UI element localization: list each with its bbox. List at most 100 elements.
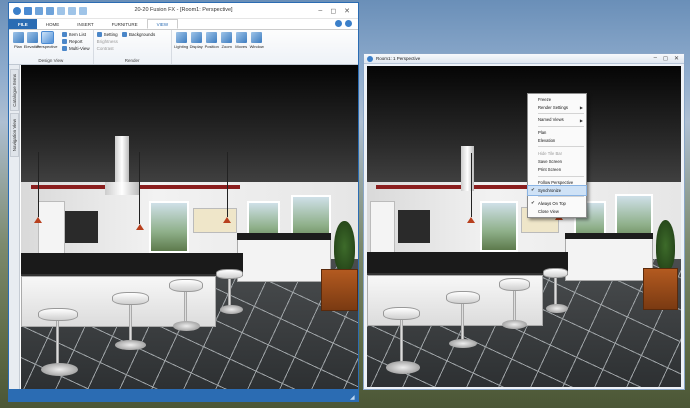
multi-view-button[interactable]: Multi-View [62,46,90,51]
wood-cabinet [320,269,358,312]
view-context-menu: Freeze Render Settings ▶ Named Views ▶ Pla… [527,93,587,218]
backgrounds-button[interactable]: Backgrounds [121,32,156,37]
report-button[interactable]: Report [62,39,90,44]
new-icon[interactable] [57,6,65,15]
menu-item-label: Freeze [538,96,552,102]
wall-ovens [64,210,99,244]
app-logo-icon[interactable] [13,6,21,15]
checkmark-icon: ✔ [531,199,535,205]
brightness-label: Brightness [96,39,118,44]
tab-navigation-view[interactable]: Navigation View [10,113,19,157]
menu-separator [538,196,584,198]
perspective-label: Perspective [36,44,58,49]
menu-item-always-on-top[interactable]: ✔ Always On Top [528,199,586,207]
position-button[interactable]: Position [205,32,219,56]
zoom-icon [221,32,233,43]
redo-icon[interactable] [46,6,54,15]
open-icon[interactable] [68,6,76,15]
display-label: Display [189,44,203,49]
bar-stool [498,277,531,291]
zoom-button[interactable]: Zoom [221,32,233,56]
menu-separator [538,146,584,148]
display-button[interactable]: Display [190,32,203,56]
save-icon[interactable] [24,6,32,15]
view-maximize-button[interactable]: ◻ [663,55,668,62]
range-hood [115,136,129,189]
backgrounds-label: Backgrounds [128,32,156,37]
menu-item-follow-perspective[interactable]: Follow Perspective [528,178,586,186]
bar-stool [445,290,481,304]
bar-stool [37,308,79,321]
window-button[interactable]: Window [250,32,264,56]
item-list-button[interactable]: Item List [62,32,90,37]
close-button[interactable]: ✕ [344,7,350,15]
menu-separator [538,175,584,177]
view-close-button[interactable]: ✕ [674,55,679,62]
menu-item-save-screen[interactable]: Save Screen [528,157,586,165]
perspective-viewport-floating[interactable] [367,66,681,387]
pendant-lamp [34,217,43,224]
perspective-button[interactable]: Perspective [37,31,57,56]
print-icon[interactable] [79,6,87,15]
contrast-label: Contrast [96,46,114,51]
help-icon[interactable] [335,20,342,27]
pendant-lamp [135,223,144,230]
menu-item-synchronize[interactable]: ✔ Synchronize [527,185,587,196]
view-minimize-button[interactable]: – [654,55,657,62]
potted-plant [655,220,675,272]
bar-stool [382,306,421,320]
multi-view-icon [62,46,67,51]
report-label: Report [69,39,83,44]
tab-catalogue-items[interactable]: Catalogue Items [10,69,19,111]
menu-item-freeze[interactable]: Freeze [528,95,586,103]
maximize-button[interactable]: ◻ [330,7,336,15]
window-icon [251,32,263,43]
tab-file[interactable]: FILE [9,19,37,29]
menu-item-named-views[interactable]: Named Views ▶ [528,116,586,124]
menu-item-plan[interactable]: Plan [528,128,586,136]
tab-insert[interactable]: INSERT [68,19,102,29]
navigation-view-label: Navigation View [12,118,17,152]
menu-item-close-view[interactable]: Close View [528,207,586,215]
checkmark-icon: ✔ [531,187,535,193]
menu-item-elevation[interactable]: Elevation [528,137,586,145]
range-hood-base [105,181,139,195]
setting-button[interactable]: Setting [96,32,118,37]
lighting-button[interactable]: Lighting [174,32,189,56]
bar-stool [542,268,568,278]
view-window-title-bar[interactable]: Room1: 1 Perspective – ◻ ✕ [364,54,684,64]
submenu-arrow-icon: ▶ [579,105,583,111]
title-bar: 20-20 Fusion FX - [Room1: Perspective] –… [9,3,358,19]
catalogue-items-label: Catalogue Items [12,73,17,107]
minimize-button[interactable]: – [318,7,322,15]
display-icon [190,32,202,43]
moves-button[interactable]: Moves [235,32,248,56]
setting-icon [96,32,102,37]
kitchen-window [149,201,190,253]
perspective-viewport-main[interactable] [21,65,358,389]
contrast-button[interactable]: Contrast [97,46,118,51]
settings-icon[interactable] [345,20,352,27]
backgrounds-icon [121,32,127,37]
menu-item-print-screen[interactable]: Print Screen [528,166,586,174]
setting-label: Setting [103,32,118,37]
position-label: Position [204,44,219,49]
brightness-button[interactable]: Brightness [97,39,118,44]
range-hood [461,146,474,192]
tab-furniture[interactable]: FURNITURE [103,19,147,29]
potted-plant [334,220,355,273]
lighting-label: Lighting [174,44,189,49]
ribbon-tab-bar: FILE HOME INSERT FURNITURE VIEW [9,19,358,29]
resize-grip-icon[interactable]: ◢ [350,394,356,401]
render-group: Setting Brightness Contrast Backgrounds … [94,30,172,64]
undo-icon[interactable] [35,6,43,15]
menu-separator [538,125,584,127]
ribbon-panel: Plan Elevation Perspective Item List Rep… [9,29,358,65]
tab-home[interactable]: HOME [37,19,69,29]
view-window-title: Room1: 1 Perspective [376,56,421,61]
plan-icon [12,32,24,43]
tab-view[interactable]: VIEW [146,19,179,29]
elevation-icon [26,32,38,43]
menu-item-render-settings[interactable]: Render Settings ▶ [528,103,586,111]
plan-button[interactable]: Plan [12,32,24,56]
